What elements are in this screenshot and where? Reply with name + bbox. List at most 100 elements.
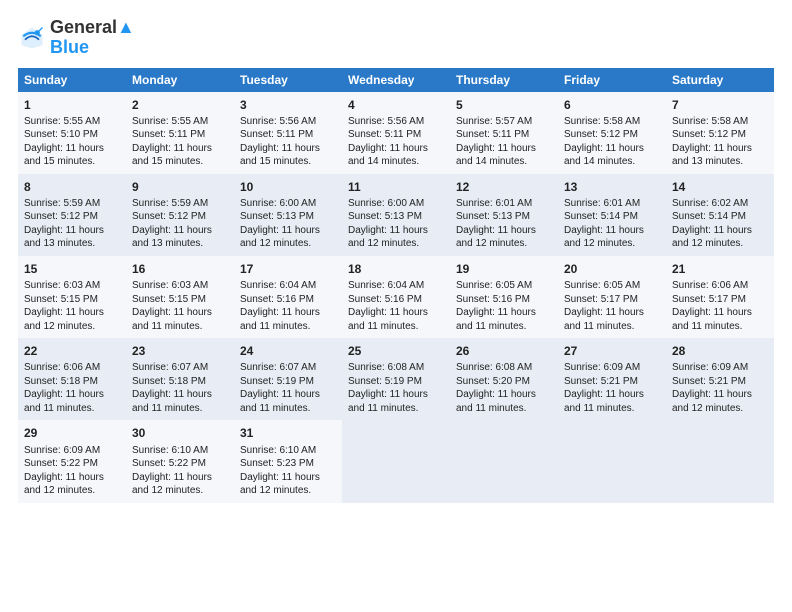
day-number: 9	[132, 179, 228, 195]
calendar-cell: 1Sunrise: 5:55 AMSunset: 5:10 PMDaylight…	[18, 92, 126, 174]
sunset: Sunset: 5:22 PM	[132, 458, 206, 469]
daylight: Daylight: 11 hours and 11 minutes.	[24, 389, 104, 414]
daylight: Daylight: 11 hours and 12 minutes.	[672, 389, 752, 414]
day-number: 12	[456, 179, 552, 195]
calendar-cell: 23Sunrise: 6:07 AMSunset: 5:18 PMDayligh…	[126, 338, 234, 420]
sunrise: Sunrise: 6:01 AM	[564, 198, 640, 209]
sunset: Sunset: 5:10 PM	[24, 129, 98, 140]
calendar-cell: 30 Sunrise: 6:10 AM Sunset: 5:22 PM Dayligh…	[126, 420, 234, 502]
daylight: Daylight: 11 hours and 12 minutes.	[24, 472, 104, 497]
day-number: 30	[132, 425, 228, 441]
sunrise: Sunrise: 6:10 AM	[132, 445, 208, 456]
calendar-cell: 9Sunrise: 5:59 AMSunset: 5:12 PMDaylight…	[126, 174, 234, 256]
day-number: 26	[456, 343, 552, 359]
sunrise: Sunrise: 6:04 AM	[240, 280, 316, 291]
sunset: Sunset: 5:21 PM	[564, 376, 638, 387]
calendar-cell: 12Sunrise: 6:01 AMSunset: 5:13 PMDayligh…	[450, 174, 558, 256]
daylight: Daylight: 11 hours and 15 minutes.	[132, 143, 212, 168]
daylight: Daylight: 11 hours and 11 minutes.	[240, 389, 320, 414]
sunset: Sunset: 5:14 PM	[564, 211, 638, 222]
calendar-cell: 24Sunrise: 6:07 AMSunset: 5:19 PMDayligh…	[234, 338, 342, 420]
day-number: 5	[456, 97, 552, 113]
daylight: Daylight: 11 hours and 11 minutes.	[132, 307, 212, 332]
sunset: Sunset: 5:19 PM	[240, 376, 314, 387]
sunset: Sunset: 5:11 PM	[348, 129, 421, 140]
calendar-cell: 13Sunrise: 6:01 AMSunset: 5:14 PMDayligh…	[558, 174, 666, 256]
sunrise: Sunrise: 6:00 AM	[240, 198, 316, 209]
daylight: Daylight: 11 hours and 12 minutes.	[240, 472, 320, 497]
calendar-cell: 29Sunrise: 6:09 AMSunset: 5:22 PMDayligh…	[18, 420, 126, 502]
sunrise: Sunrise: 6:03 AM	[132, 280, 208, 291]
col-header-saturday: Saturday	[666, 68, 774, 92]
daylight: Daylight: 11 hours and 11 minutes.	[348, 389, 428, 414]
sunset: Sunset: 5:19 PM	[348, 376, 422, 387]
day-number: 3	[240, 97, 336, 113]
calendar-cell: 15Sunrise: 6:03 AMSunset: 5:15 PMDayligh…	[18, 256, 126, 338]
sunrise: Sunrise: 6:02 AM	[672, 198, 748, 209]
sunrise: Sunrise: 6:01 AM	[456, 198, 532, 209]
calendar-cell: 4Sunrise: 5:56 AMSunset: 5:11 PMDaylight…	[342, 92, 450, 174]
daylight: Daylight: 11 hours and 11 minutes.	[564, 389, 644, 414]
daylight: Daylight: 11 hours and 12 minutes.	[132, 472, 212, 497]
daylight: Daylight: 11 hours and 12 minutes.	[348, 225, 428, 250]
sunrise: Sunrise: 5:59 AM	[24, 198, 100, 209]
sunset: Sunset: 5:12 PM	[672, 129, 746, 140]
sunset: Sunset: 5:11 PM	[132, 129, 205, 140]
day-number: 4	[348, 97, 444, 113]
day-number: 8	[24, 179, 120, 195]
sunset: Sunset: 5:13 PM	[240, 211, 314, 222]
logo-text: General▲ Blue	[50, 18, 135, 58]
sunrise: Sunrise: 6:06 AM	[672, 280, 748, 291]
calendar-cell: 14Sunrise: 6:02 AMSunset: 5:14 PMDayligh…	[666, 174, 774, 256]
day-number: 19	[456, 261, 552, 277]
sunset: Sunset: 5:12 PM	[564, 129, 638, 140]
calendar-cell	[666, 420, 774, 502]
day-number: 17	[240, 261, 336, 277]
calendar-cell: 10Sunrise: 6:00 AMSunset: 5:13 PMDayligh…	[234, 174, 342, 256]
calendar-cell: 20Sunrise: 6:05 AMSunset: 5:17 PMDayligh…	[558, 256, 666, 338]
col-header-monday: Monday	[126, 68, 234, 92]
sunrise: Sunrise: 6:03 AM	[24, 280, 100, 291]
sunset: Sunset: 5:21 PM	[672, 376, 746, 387]
sunrise: Sunrise: 6:05 AM	[456, 280, 532, 291]
sunset: Sunset: 5:22 PM	[24, 458, 98, 469]
sunrise: Sunrise: 6:08 AM	[348, 362, 424, 373]
daylight: Daylight: 11 hours and 14 minutes.	[456, 143, 536, 168]
sunset: Sunset: 5:23 PM	[240, 458, 314, 469]
calendar-cell	[450, 420, 558, 502]
day-number: 31	[240, 425, 336, 441]
daylight: Daylight: 11 hours and 11 minutes.	[240, 307, 320, 332]
calendar-cell: 11Sunrise: 6:00 AMSunset: 5:13 PMDayligh…	[342, 174, 450, 256]
calendar-cell: 22Sunrise: 6:06 AMSunset: 5:18 PMDayligh…	[18, 338, 126, 420]
daylight: Daylight: 11 hours and 15 minutes.	[24, 143, 104, 168]
sunrise: Sunrise: 6:07 AM	[132, 362, 208, 373]
day-number: 15	[24, 261, 120, 277]
day-number: 1	[24, 97, 120, 113]
col-header-wednesday: Wednesday	[342, 68, 450, 92]
day-number: 22	[24, 343, 120, 359]
daylight: Daylight: 11 hours and 11 minutes.	[132, 389, 212, 414]
calendar-cell: 25Sunrise: 6:08 AMSunset: 5:19 PMDayligh…	[342, 338, 450, 420]
calendar-cell: 31 Sunrise: 6:10 AM Sunset: 5:23 PM Dayligh…	[234, 420, 342, 502]
page: General▲ Blue SundayMondayTuesdayWednesd…	[0, 0, 792, 513]
sunrise: Sunrise: 5:58 AM	[672, 116, 748, 127]
sunrise: Sunrise: 6:09 AM	[564, 362, 640, 373]
sunset: Sunset: 5:18 PM	[132, 376, 206, 387]
calendar-cell: 18Sunrise: 6:04 AMSunset: 5:16 PMDayligh…	[342, 256, 450, 338]
sunrise: Sunrise: 6:10 AM	[240, 445, 316, 456]
calendar-cell: 28Sunrise: 6:09 AMSunset: 5:21 PMDayligh…	[666, 338, 774, 420]
logo: General▲ Blue	[18, 18, 135, 58]
day-number: 13	[564, 179, 660, 195]
sunrise: Sunrise: 6:06 AM	[24, 362, 100, 373]
sunset: Sunset: 5:12 PM	[132, 211, 206, 222]
sunset: Sunset: 5:16 PM	[348, 294, 422, 305]
sunrise: Sunrise: 5:56 AM	[348, 116, 424, 127]
sunrise: Sunrise: 6:00 AM	[348, 198, 424, 209]
daylight: Daylight: 11 hours and 11 minutes.	[456, 307, 536, 332]
daylight: Daylight: 11 hours and 12 minutes.	[456, 225, 536, 250]
daylight: Daylight: 11 hours and 11 minutes.	[348, 307, 428, 332]
calendar-cell: 27Sunrise: 6:09 AMSunset: 5:21 PMDayligh…	[558, 338, 666, 420]
sunset: Sunset: 5:11 PM	[456, 129, 529, 140]
daylight: Daylight: 11 hours and 12 minutes.	[24, 307, 104, 332]
day-number: 24	[240, 343, 336, 359]
